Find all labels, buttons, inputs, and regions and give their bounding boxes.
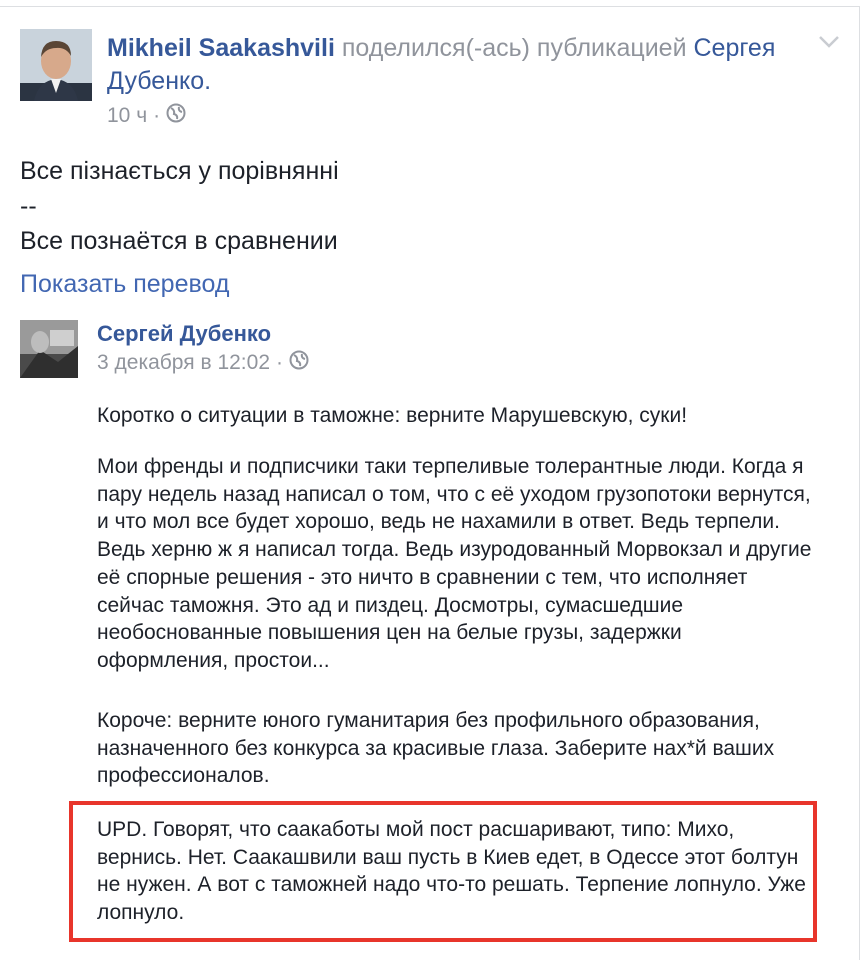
author-name-link[interactable]: Mikheil Saakashvili [107, 34, 335, 62]
post-header: Mikheil Saakashvili поделился(-ась) публ… [107, 32, 807, 98]
shared-post-timestamp[interactable]: 3 декабря в 12:02 [97, 351, 270, 375]
shared-paragraph: Короче: верните юного гуманитария без пр… [97, 709, 775, 788]
post-meta: 10 ч · [107, 103, 186, 129]
highlight-box [69, 801, 817, 942]
shared-author-avatar[interactable] [20, 320, 78, 378]
post-line: -- [20, 192, 37, 220]
meta-separator: · [276, 351, 283, 374]
post-timestamp[interactable]: 10 ч [107, 104, 147, 128]
author-avatar[interactable] [20, 29, 92, 101]
globe-icon[interactable] [166, 103, 186, 129]
post-message: Все пізнається у порівнянні -- Все позна… [20, 154, 800, 259]
chevron-down-icon[interactable] [818, 34, 840, 50]
shared-paragraph: Мои френды и подписчики таки терпеливые … [97, 455, 812, 672]
card-border-top [0, 6, 860, 7]
see-translation-link[interactable]: Показать перевод [20, 270, 229, 299]
shared-paragraph: Коротко о ситуации в таможне: верните Ма… [97, 404, 688, 427]
meta-separator: · [153, 104, 161, 127]
post-line: Все пізнається у порівнянні [20, 157, 339, 185]
globe-icon[interactable] [289, 350, 309, 376]
shared-phrase: поделился(-ась) публикацией [334, 34, 694, 62]
shared-post-meta: 3 декабря в 12:02 · [97, 350, 309, 376]
shared-post-author[interactable]: Сергей Дубенко [97, 321, 271, 347]
post-line: Все познаётся в сравнении [20, 227, 338, 255]
header-period: . [204, 67, 212, 95]
